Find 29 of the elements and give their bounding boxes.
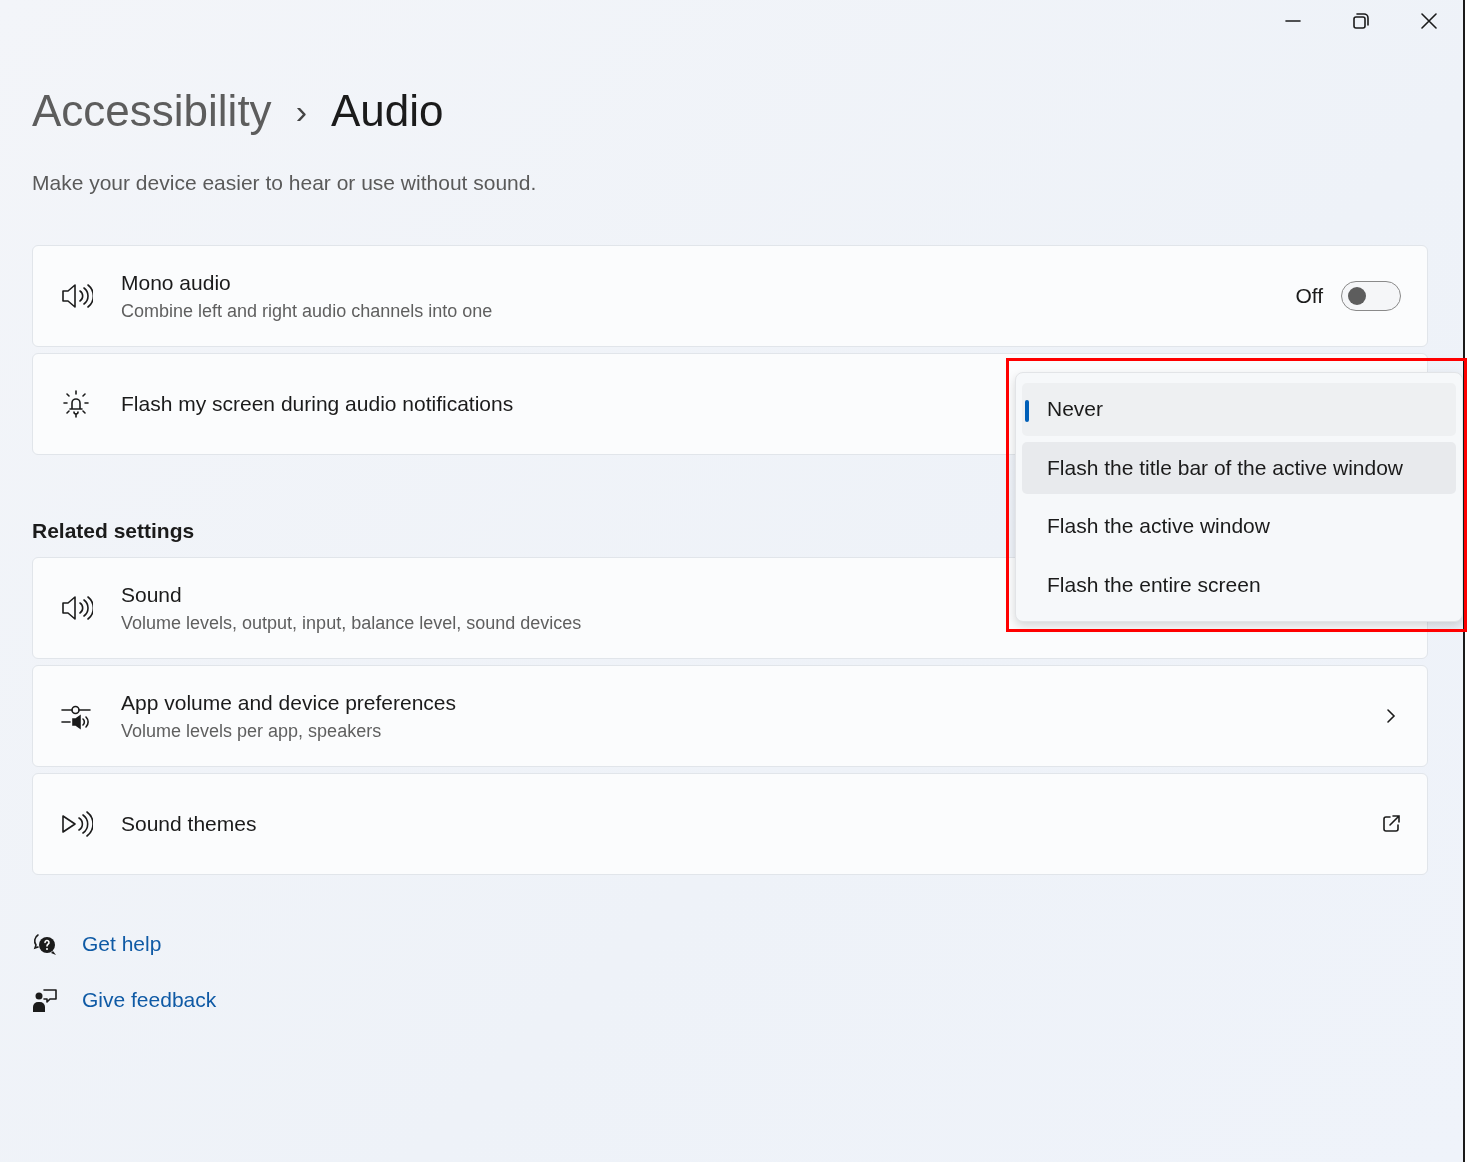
breadcrumb-separator: › <box>295 91 307 131</box>
section-heading: Related settings <box>32 519 195 543</box>
toggle-switch[interactable] <box>1341 281 1401 311</box>
setting-description: Volume levels per app, speakers <box>121 720 382 742</box>
page-description: Make your device easier to hear or use without sound. <box>32 171 538 195</box>
help-icon <box>32 931 58 957</box>
selection-indicator <box>1025 400 1029 422</box>
feedback-icon <box>32 987 58 1013</box>
setting-title: Sound themes <box>121 812 257 836</box>
menu-option[interactable]: Flash the active window <box>1022 500 1456 553</box>
setting-title: App volume and device preferences <box>121 690 457 715</box>
close-icon <box>1421 13 1437 29</box>
minimize-icon <box>1285 20 1301 22</box>
setting-description: Combine left and right audio channels into one <box>121 300 493 322</box>
breadcrumb-parent[interactable]: Accessibility <box>32 86 272 136</box>
setting-card[interactable]: App volume and device preferences Volume levels per app, speakers <box>32 665 1428 767</box>
setting-title: Flash my screen during audio notifications <box>121 392 514 416</box>
link[interactable]: Give feedback <box>82 988 217 1012</box>
setting-card[interactable]: Sound themes <box>32 773 1428 875</box>
restore-icon <box>1353 13 1369 29</box>
page-title: Audio <box>330 86 444 136</box>
menu-option[interactable]: Never <box>1022 383 1456 436</box>
toggle-state-label: Off <box>1295 284 1323 308</box>
external-link-icon <box>1381 814 1401 834</box>
setting-description: Volume levels, output, input, balance level, sound devices <box>121 612 582 634</box>
menu-option[interactable]: Flash the title bar of the active window <box>1022 441 1456 494</box>
link[interactable]: Get help <box>82 932 162 956</box>
setting-title: Sound <box>121 582 182 607</box>
setting-title: Mono audio <box>121 270 231 295</box>
